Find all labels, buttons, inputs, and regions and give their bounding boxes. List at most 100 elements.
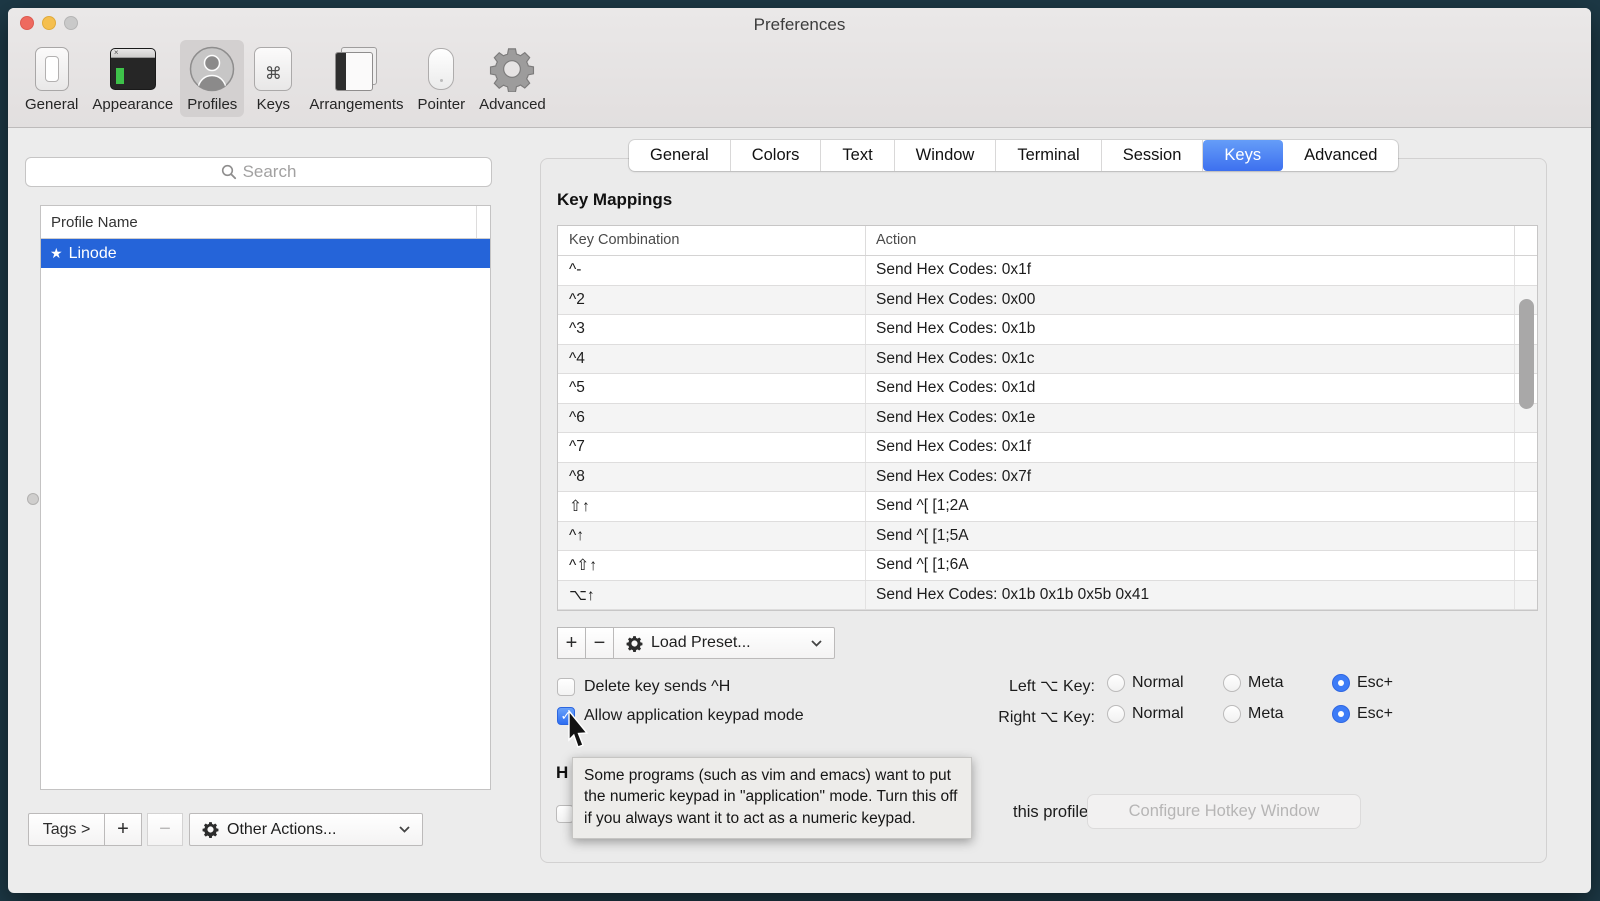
tab-keys[interactable]: Keys [1203,140,1283,171]
column-separator [476,206,477,238]
gear-icon [626,635,643,652]
column-header-spacer [1515,226,1537,255]
column-header-action[interactable]: Action [866,226,1515,255]
table-row[interactable]: ^5Send Hex Codes: 0x1d [558,374,1537,404]
toolbar-item-label: General [25,96,78,113]
radio-option-meta[interactable]: Meta [1223,705,1332,723]
search-placeholder: Search [243,162,297,182]
keypad-label: Allow application keypad mode [584,707,804,725]
tab-colors[interactable]: Colors [731,140,822,171]
toolbar-item-label: Profiles [187,96,237,113]
hotkey-heading-partial: H [556,763,568,783]
add-profile-button[interactable]: + [104,813,142,846]
tab-session[interactable]: Session [1102,140,1204,171]
table-row[interactable]: ^3Send Hex Codes: 0x1b [558,315,1537,345]
table-row[interactable]: ^⇧↑Send ^[ [1;6A [558,551,1537,581]
delete-key-checkbox[interactable] [557,678,575,696]
radio-button-selected[interactable] [1332,705,1350,723]
table-row[interactable]: ^2Send Hex Codes: 0x00 [558,286,1537,316]
left-option-key-label: Left ⌥ Key: [895,676,1095,696]
appearance-window-icon: × [110,45,156,93]
toolbar-item-label: Arrangements [309,96,403,113]
load-preset-label: Load Preset... [651,634,751,652]
table-row[interactable]: ^7Send Hex Codes: 0x1f [558,433,1537,463]
keypad-tooltip: Some programs (such as vim and emacs) wa… [572,757,972,839]
profile-name: Linode [69,245,117,263]
tab-terminal[interactable]: Terminal [996,140,1101,171]
right-option-radio-group: Normal Meta Esc+ [1107,705,1393,723]
toolbar-item-label: Advanced [479,96,546,113]
window-title: Preferences [8,15,1591,35]
profile-list-header[interactable]: Profile Name [41,206,490,239]
profile-tabs: General Colors Text Window Terminal Sess… [629,140,1398,171]
toolbar-item-pointer[interactable]: Pointer [411,40,473,117]
delete-key-checkbox-row: Delete key sends ^H [557,678,730,696]
search-icon [221,164,237,180]
right-option-key-label: Right ⌥ Key: [895,707,1095,727]
person-icon [189,45,235,93]
table-row[interactable]: ^4Send Hex Codes: 0x1c [558,345,1537,375]
remove-profile-button[interactable]: − [147,813,183,846]
profile-list: Profile Name ★ Linode [40,205,491,790]
other-actions-popup[interactable]: Other Actions... [189,813,423,846]
gear-icon [202,821,219,838]
radio-option-esc[interactable]: Esc+ [1332,705,1393,723]
other-actions-label: Other Actions... [227,821,336,839]
toolbar-item-appearance[interactable]: × Appearance [85,40,180,117]
add-mapping-button[interactable]: + [557,627,586,659]
remove-mapping-button[interactable]: − [585,627,614,659]
table-row[interactable]: ^↑Send ^[ [1;5A [558,522,1537,552]
radio-option-meta[interactable]: Meta [1223,674,1332,692]
radio-button[interactable] [1107,674,1125,692]
gear-icon [489,45,535,93]
command-key-icon: ⌘ [254,45,292,93]
table-scrollbar-thumb[interactable] [1519,299,1534,409]
delete-key-label: Delete key sends ^H [584,678,730,696]
toolbar-item-keys[interactable]: ⌘ Keys [244,40,302,117]
splitter-handle[interactable] [27,493,39,505]
tab-text[interactable]: Text [821,140,894,171]
radio-option-esc[interactable]: Esc+ [1332,674,1393,692]
radio-option-normal[interactable]: Normal [1107,705,1223,723]
toolbar-item-advanced[interactable]: Advanced [472,40,553,117]
left-option-radio-group: Normal Meta Esc+ [1107,674,1393,692]
toolbar: General × Appearance [18,40,553,117]
radio-button-selected[interactable] [1332,674,1350,692]
radio-button[interactable] [1223,705,1241,723]
tab-advanced[interactable]: Advanced [1283,140,1398,171]
search-input[interactable]: Search [25,157,492,187]
toolbar-item-label: Keys [257,96,290,113]
column-header-key-combination[interactable]: Key Combination [558,226,866,255]
radio-button[interactable] [1107,705,1125,723]
tab-window[interactable]: Window [895,140,997,171]
default-profile-star-icon: ★ [50,245,63,262]
table-row[interactable]: ⌥↑Send Hex Codes: 0x1b 0x1b 0x5b 0x41 [558,581,1537,611]
table-row[interactable]: ⇧↑Send ^[ [1;2A [558,492,1537,522]
preferences-window: Preferences General × Appearance [8,8,1591,893]
toolbar-item-label: Pointer [418,96,466,113]
keypad-checkbox-row: ✓ Allow application keypad mode [557,707,804,725]
radio-option-normal[interactable]: Normal [1107,674,1223,692]
profile-row-linode[interactable]: ★ Linode [41,239,490,268]
mouse-icon [428,45,454,93]
toolbar-item-profiles[interactable]: Profiles [180,40,244,117]
key-mappings-heading: Key Mappings [557,190,672,210]
table-header: Key Combination Action [558,226,1537,256]
toolbar-item-arrangements[interactable]: Arrangements [302,40,410,117]
toolbar-item-general[interactable]: General [18,40,85,117]
mouse-cursor-icon [566,710,592,748]
windows-stack-icon [332,45,380,93]
window-chrome: Preferences General × Appearance [8,8,1591,128]
tab-general[interactable]: General [629,140,731,171]
table-row[interactable]: ^8Send Hex Codes: 0x7f [558,463,1537,493]
tags-button[interactable]: Tags > [28,813,105,846]
configure-hotkey-window-button: Configure Hotkey Window [1087,794,1361,829]
load-preset-popup[interactable]: Load Preset... [613,627,835,659]
table-row[interactable]: ^6Send Hex Codes: 0x1e [558,404,1537,434]
radio-button[interactable] [1223,674,1241,692]
table-row[interactable]: ^-Send Hex Codes: 0x1f [558,256,1537,286]
chevron-down-icon [399,826,410,833]
key-mappings-controls: + − Load Preset... [557,627,835,659]
toolbar-item-label: Appearance [92,96,173,113]
profile-actions-bar: Tags > + − Other Actions... [28,813,423,846]
